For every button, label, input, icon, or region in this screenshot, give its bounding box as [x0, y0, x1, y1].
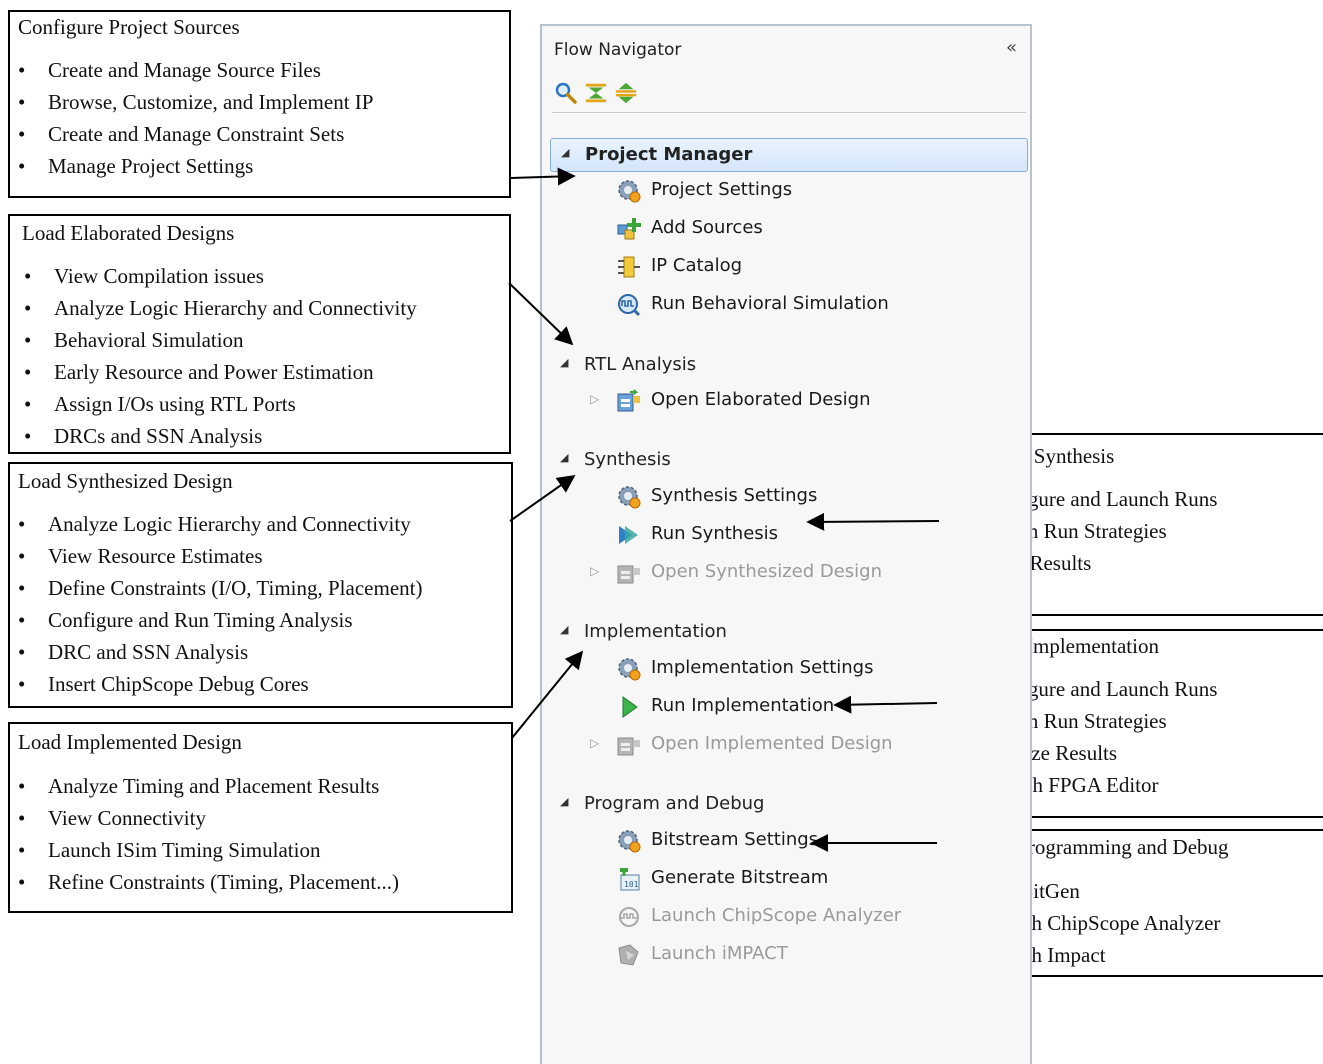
list-item: View Connectivity	[18, 802, 399, 834]
list-item: Create and Manage Constraint Sets	[18, 118, 373, 150]
list-item: View Resource Estimates	[18, 540, 422, 572]
list-item: Behavioral Simulation	[24, 324, 417, 356]
nav-item-label: Launch iMPACT	[651, 943, 788, 964]
section-program-and-debug[interactable]: ◢ Program and Debug	[550, 788, 1028, 820]
settings-gear-icon	[618, 180, 641, 203]
nav-item-label: Bitstream Settings	[651, 829, 819, 850]
collapse-triangle-icon: ◢	[560, 451, 569, 464]
panel-title: Flow Navigator	[554, 40, 682, 60]
callout-title: Load Implemented Design	[18, 730, 242, 754]
callout-load-implemented-design: Load Implemented Design Analyze Timing a…	[8, 722, 513, 913]
list-item: Browse, Customize, and Implement IP	[18, 86, 373, 118]
nav-item-label: Launch ChipScope Analyzer	[651, 905, 902, 926]
flow-navigator-panel: Flow Navigator « ◢ Project Manager Proje…	[540, 24, 1032, 1064]
open-design-icon	[617, 737, 640, 756]
nav-item-label: Run Synthesis	[651, 523, 779, 544]
section-label: Project Manager	[585, 144, 753, 165]
nav-item-label: Implementation Settings	[651, 657, 874, 678]
settings-gear-icon	[618, 830, 641, 853]
list-item: Analyze Timing and Placement Results	[18, 770, 399, 802]
impact-icon	[618, 944, 639, 966]
section-implementation[interactable]: ◢ Implementation	[550, 616, 1028, 648]
list-item: Refine Constraints (Timing, Placement...…	[18, 866, 399, 898]
section-synthesis[interactable]: ◢ Synthesis	[550, 444, 1028, 476]
list-item: Assign I/Os using RTL Ports	[24, 388, 417, 420]
synthesis-icon	[619, 526, 638, 544]
chipscope-icon	[619, 907, 639, 927]
open-design-icon	[617, 565, 640, 584]
callout-list: Create and Manage Source Files Browse, C…	[18, 54, 373, 182]
nav-item-label: Generate Bitstream	[651, 867, 829, 888]
list-item: Analyze Logic Hierarchy and Connectivity	[24, 292, 417, 324]
nav-item-label: Open Synthesized Design	[651, 561, 883, 582]
collapse-triangle-icon: ◢	[560, 356, 569, 369]
section-label: Implementation	[584, 621, 727, 642]
callout-list: Analyze Timing and Placement Results Vie…	[18, 770, 399, 898]
collapse-triangle-icon: ◢	[560, 795, 569, 808]
waveform-icon	[618, 294, 641, 317]
collapse-all-icon[interactable]	[584, 81, 608, 105]
toolbar-divider	[552, 112, 1026, 113]
nav-item-label: Run Implementation	[651, 695, 835, 716]
collapse-panel-button[interactable]: «	[1006, 37, 1017, 58]
callout-load-elaborated-designs: Load Elaborated Designs View Compilation…	[8, 214, 511, 454]
play-icon	[622, 696, 638, 718]
section-label: Synthesis	[584, 449, 671, 470]
expand-triangle-icon[interactable]: ▷	[590, 392, 599, 406]
collapse-triangle-icon: ◢	[561, 146, 570, 159]
callout-title: Configure Project Sources	[18, 15, 240, 39]
nav-item-label: Project Settings	[651, 179, 793, 200]
callout-load-synthesized-design: Load Synthesized Design Analyze Logic Hi…	[8, 462, 513, 708]
expand-triangle-icon[interactable]: ▷	[590, 564, 599, 578]
callout-title: Load Synthesized Design	[18, 469, 233, 493]
section-rtl-analysis[interactable]: ◢ RTL Analysis	[550, 349, 1028, 381]
list-item: DRC and SSN Analysis	[18, 636, 422, 668]
nav-item-label: Open Elaborated Design	[651, 389, 871, 410]
open-design-icon	[617, 389, 640, 412]
list-item: Insert ChipScope Debug Cores	[18, 668, 422, 700]
list-item: Define Constraints (I/O, Timing, Placeme…	[18, 572, 423, 604]
callout-list: Analyze Logic Hierarchy and Connectivity…	[18, 508, 423, 700]
callout-title: Load Elaborated Designs	[22, 221, 235, 245]
collapse-triangle-icon: ◢	[560, 623, 569, 636]
add-sources-icon	[617, 218, 641, 240]
settings-gear-icon	[618, 486, 641, 509]
list-item: Early Resource and Power Estimation	[24, 356, 417, 388]
expand-triangle-icon[interactable]: ▷	[590, 736, 599, 750]
section-label: Program and Debug	[584, 793, 765, 814]
settings-gear-icon	[618, 658, 641, 681]
list-item: View Compilation issues	[24, 260, 417, 292]
list-item: DRCs and SSN Analysis	[24, 420, 417, 452]
section-label: RTL Analysis	[584, 354, 697, 375]
callout-list: View Compilation issues Analyze Logic Hi…	[24, 260, 417, 452]
nav-item-label: Add Sources	[651, 217, 763, 238]
list-item: Manage Project Settings	[18, 150, 373, 182]
nav-item-label: Open Implemented Design	[651, 733, 893, 754]
section-project-manager[interactable]: ◢ Project Manager	[550, 138, 1028, 172]
expand-all-icon[interactable]	[614, 81, 638, 105]
svg-text:101: 101	[624, 880, 639, 889]
nav-item-label: IP Catalog	[651, 255, 743, 276]
search-icon[interactable]	[554, 81, 578, 105]
ip-chip-icon	[618, 256, 640, 278]
nav-item-label: Run Behavioral Simulation	[651, 293, 889, 314]
list-item: Launch ISim Timing Simulation	[18, 834, 399, 866]
bitstream-icon: 101	[620, 868, 640, 891]
list-item: Create and Manage Source Files	[18, 54, 373, 86]
list-item: Configure and Run Timing Analysis	[18, 604, 422, 636]
list-item: Analyze Logic Hierarchy and Connectivity	[18, 508, 422, 540]
navigator-toolbar	[554, 81, 638, 109]
callout-configure-project-sources: Configure Project Sources Create and Man…	[8, 10, 511, 198]
nav-item-label: Synthesis Settings	[651, 485, 818, 506]
